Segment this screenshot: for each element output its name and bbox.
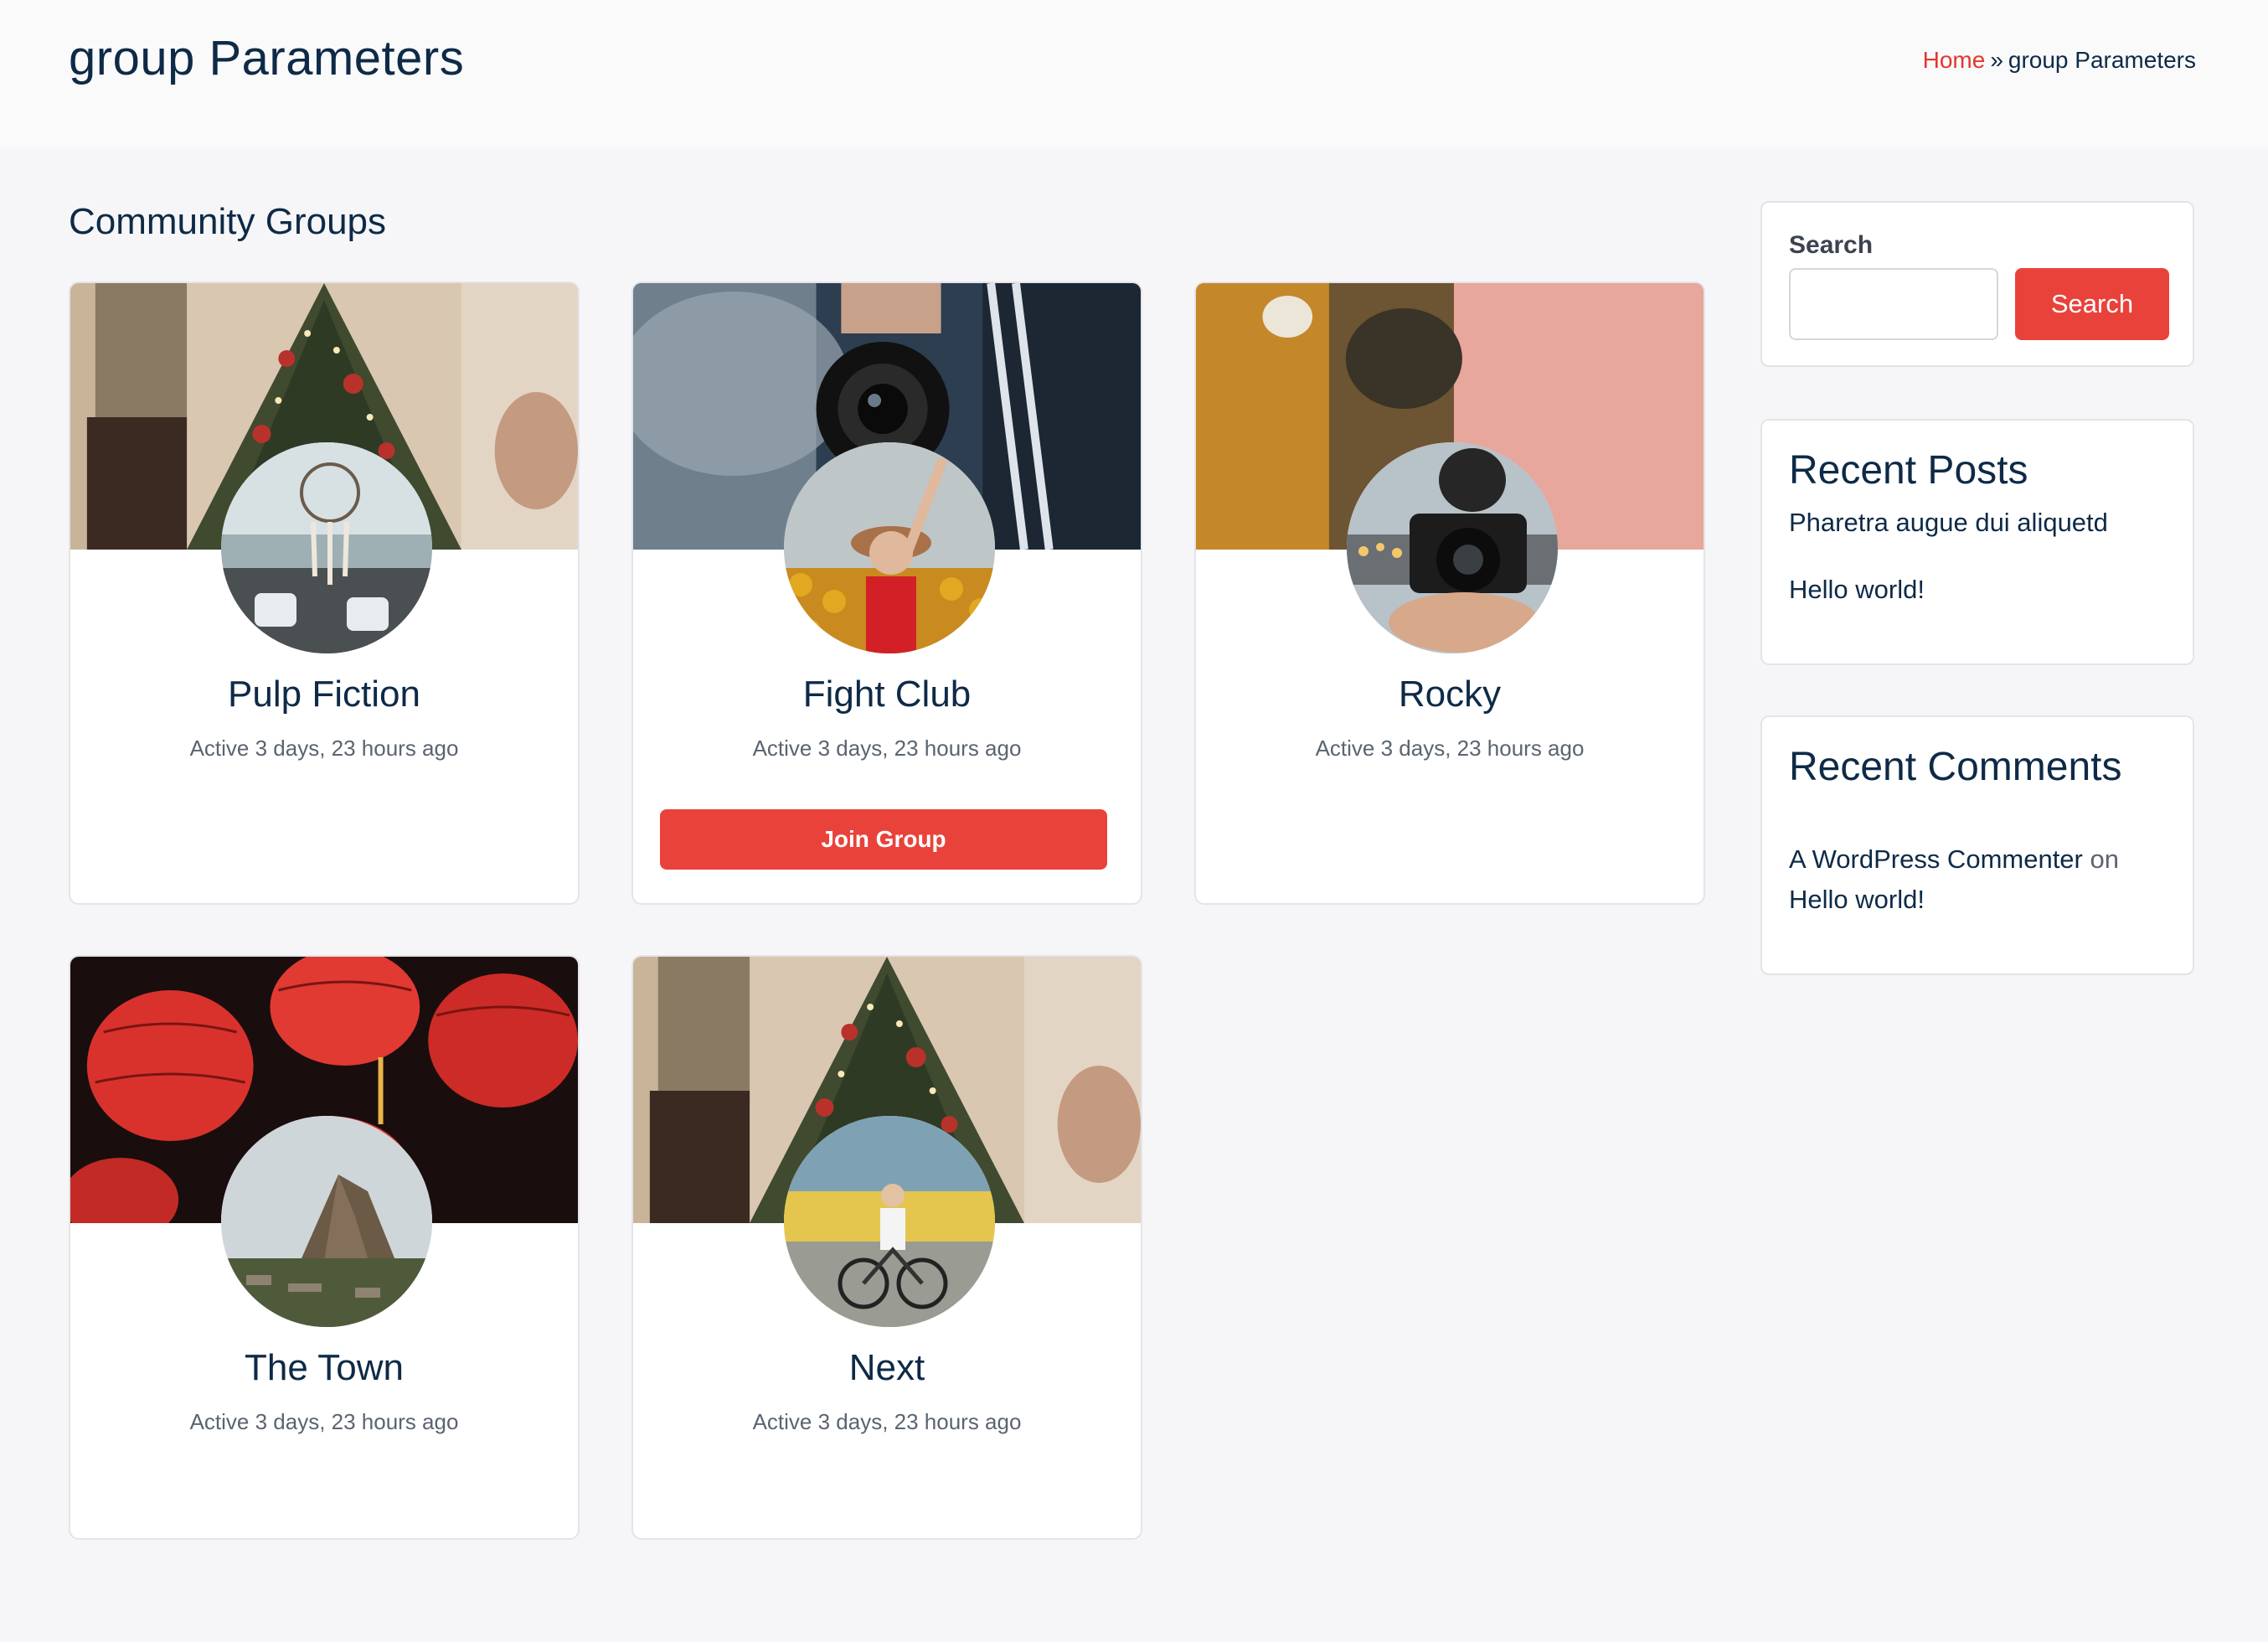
group-avatar[interactable] — [221, 1116, 432, 1327]
group-name-link[interactable]: Rocky — [1196, 674, 1704, 715]
breadcrumb-current: group Parameters — [2008, 47, 2196, 73]
comment-author-link[interactable]: A WordPress Commenter — [1789, 844, 2083, 874]
recent-posts-widget: Recent Posts Pharetra augue dui aliquetd… — [1760, 419, 2194, 665]
group-card: Rocky Active 3 days, 23 hours ago — [1194, 281, 1705, 905]
group-activity: Active 3 days, 23 hours ago — [1315, 736, 1585, 761]
recent-comment-item: A WordPress Commenter on Hello world! — [1789, 839, 2119, 920]
group-name-link[interactable]: The Town — [70, 1347, 578, 1389]
group-card: Next Active 3 days, 23 hours ago — [631, 955, 1142, 1540]
group-avatar[interactable] — [784, 442, 995, 653]
breadcrumb-home-link[interactable]: Home — [1923, 47, 1986, 73]
group-card: The Town Active 3 days, 23 hours ago — [69, 955, 580, 1540]
group-name-link[interactable]: Fight Club — [633, 674, 1141, 715]
group-name-link[interactable]: Next — [633, 1347, 1141, 1389]
section-title: Community Groups — [69, 201, 387, 242]
join-group-button[interactable]: Join Group — [660, 809, 1107, 870]
recent-posts-title: Recent Posts — [1789, 448, 2028, 493]
recent-post-link[interactable]: Pharetra augue dui aliquetd — [1789, 508, 2108, 538]
search-input[interactable] — [1789, 268, 1998, 340]
car-dreamcatcher-photo — [221, 442, 432, 653]
recent-post-link[interactable]: Hello world! — [1789, 575, 1925, 605]
comment-post-link[interactable]: Hello world! — [1789, 885, 1925, 914]
group-card: Pulp Fiction Active 3 days, 23 hours ago — [69, 281, 580, 905]
recent-comments-widget: Recent Comments A WordPress Commenter on… — [1760, 715, 2194, 975]
group-avatar[interactable] — [1347, 442, 1558, 653]
sunflower-woman-photo — [784, 442, 995, 653]
search-button[interactable]: Search — [2015, 268, 2169, 340]
breadcrumb: Home» group Parameters — [1923, 47, 2196, 74]
page-title: group Parameters — [69, 31, 465, 85]
group-activity: Active 3 days, 23 hours ago — [752, 1409, 1022, 1434]
cyclists-photo — [784, 1116, 995, 1327]
search-widget: Search Search — [1760, 201, 2194, 367]
breadcrumb-separator: » — [1990, 47, 2003, 73]
group-name-link[interactable]: Pulp Fiction — [70, 674, 578, 715]
group-avatar[interactable] — [784, 1116, 995, 1327]
hand-camera-photo — [1347, 442, 1558, 653]
group-activity: Active 3 days, 23 hours ago — [752, 736, 1022, 761]
group-activity: Active 3 days, 23 hours ago — [189, 1409, 459, 1434]
comment-connector: on — [2090, 844, 2119, 874]
group-avatar[interactable] — [221, 442, 432, 653]
search-label: Search — [1789, 231, 1874, 259]
recent-comments-title: Recent Comments — [1789, 745, 2122, 789]
mountain-ruins-photo — [221, 1116, 432, 1327]
group-card: Fight Club Active 3 days, 23 hours ago J… — [631, 281, 1142, 905]
page-header: group Parameters Home» group Parameters — [0, 0, 2268, 147]
group-activity: Active 3 days, 23 hours ago — [189, 736, 459, 761]
